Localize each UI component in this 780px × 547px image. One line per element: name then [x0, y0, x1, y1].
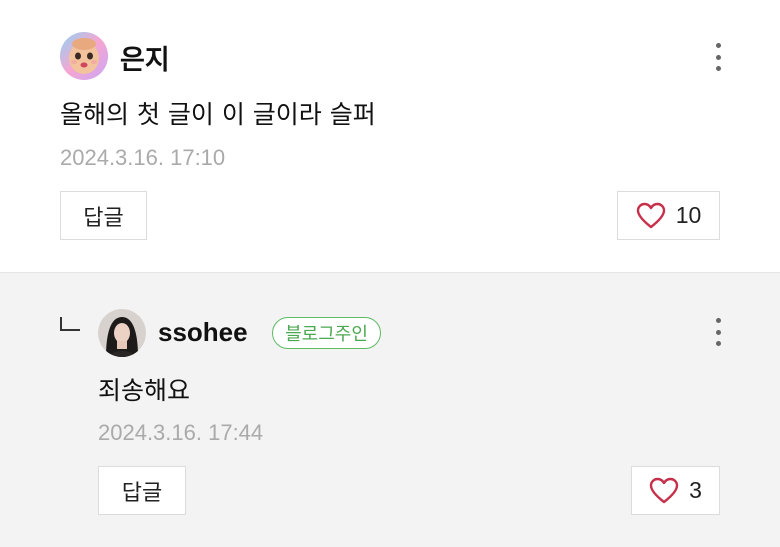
comment-text: 죄송해요	[98, 376, 191, 405]
comment-item: 은지 올해의 첫 글이 이 글이라 슬퍼 2024.3.16. 17:10 답글…	[0, 0, 780, 272]
comment-timestamp: 2024.3.16. 17:10	[60, 145, 226, 170]
heart-outline-icon	[636, 202, 665, 229]
reply-button[interactable]: 답글	[60, 191, 147, 240]
cartoon-baby-avatar-icon	[60, 32, 108, 80]
author-avatar[interactable]	[98, 309, 146, 357]
like-count: 10	[675, 202, 702, 228]
like-button[interactable]: 10	[617, 191, 720, 240]
reply-button[interactable]: 답글	[98, 466, 186, 515]
more-vertical-icon[interactable]	[713, 43, 723, 71]
reply-comment-item: ssohee 블로그주인 죄송해요 2024.3.16. 17:44 답글 3	[0, 272, 780, 547]
blog-owner-badge: 블로그주인	[272, 317, 381, 349]
reply-arrow-icon	[60, 317, 80, 331]
reply-button-label: 답글	[83, 205, 124, 231]
more-vertical-icon[interactable]	[713, 318, 723, 346]
reply-button-label: 답글	[121, 480, 163, 506]
heart-outline-icon	[649, 477, 679, 504]
author-name[interactable]: 은지	[120, 38, 170, 77]
comment-text: 올해의 첫 글이 이 글이라 슬퍼	[60, 100, 376, 129]
author-name[interactable]: ssohee	[158, 317, 248, 348]
profile-photo-avatar-icon	[98, 309, 146, 357]
comment-timestamp: 2024.3.16. 17:44	[98, 420, 264, 445]
author-avatar[interactable]	[60, 32, 108, 80]
like-count: 3	[689, 477, 702, 503]
like-button[interactable]: 3	[631, 466, 720, 515]
